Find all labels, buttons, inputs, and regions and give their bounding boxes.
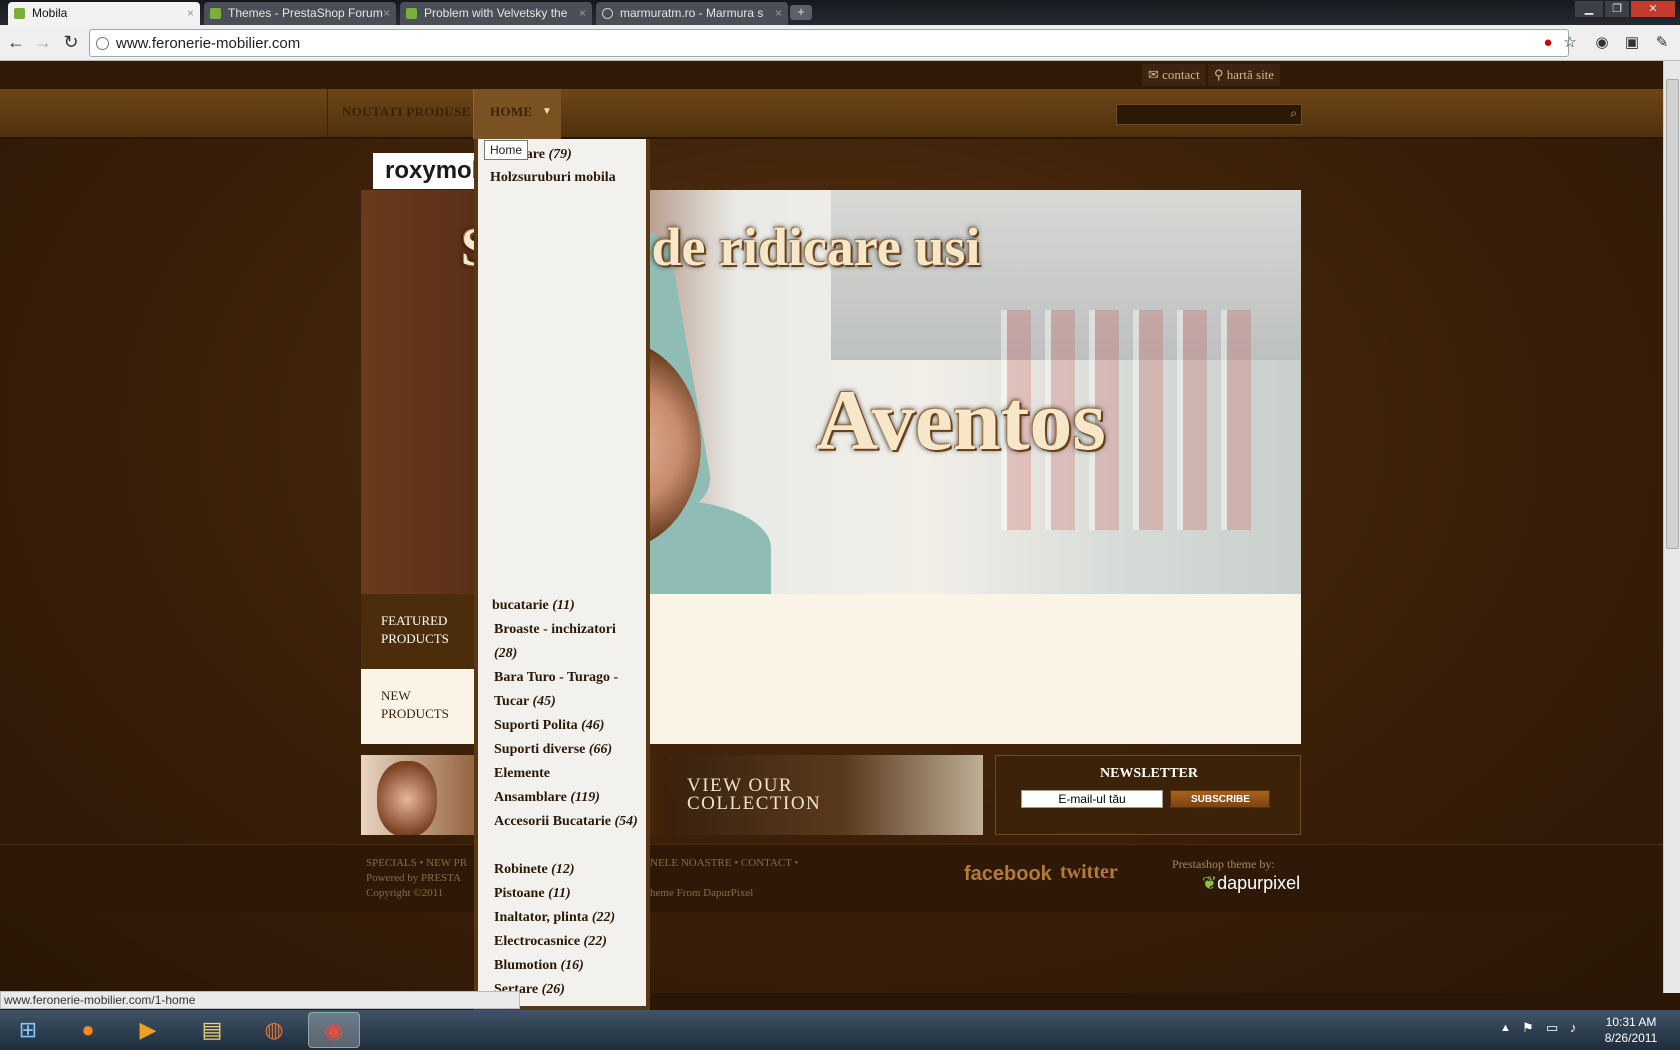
web-page: ✉ contact ⚲ hartă site NOUTATI PRODUSE H… <box>0 61 1663 993</box>
close-tab-icon[interactable]: × <box>579 2 586 25</box>
footer-powered: Powered by PRESTA <box>366 872 462 884</box>
tab-mobila[interactable]: Mobila × <box>8 2 200 25</box>
dropdown-item[interactable]: Holzsuruburi mobila <box>490 166 616 190</box>
newsletter-box: NEWSLETTER SUBSCRIBE <box>995 755 1301 835</box>
camera-extension-icon[interactable]: ▣ <box>1622 33 1642 53</box>
prestashop-favicon-icon <box>406 8 417 19</box>
explorer-folder-icon[interactable]: ▤ <box>186 1012 238 1048</box>
close-window-icon[interactable]: ✕ <box>1630 0 1676 18</box>
extension-icon[interactable]: ◉ <box>1592 33 1612 53</box>
dropdown-submenu: bucatarie (11) Broaste - inchizatori (28… <box>474 594 650 1010</box>
promo-woman-graphic <box>377 761 437 835</box>
twitter-link[interactable]: twitter <box>1060 861 1118 884</box>
subscribe-button[interactable]: SUBSCRIBE <box>1170 790 1270 808</box>
windows-taskbar: ⊞ ● ▶ ▤ ◍ ◉ ▲ ⚑ ▭ ♪ 10:31 AM 8/26/2011 <box>0 1010 1680 1050</box>
dapurpixel-logo[interactable]: ❦dapurpixel <box>1202 873 1300 894</box>
dropdown-item[interactable]: Pistoane (11) <box>494 882 571 906</box>
tab-velvetsky[interactable]: Problem with Velvetsky the × <box>400 2 592 25</box>
home-tooltip: Home <box>484 140 529 160</box>
media-player-icon[interactable]: ▶ <box>122 1012 174 1048</box>
address-bar[interactable] <box>89 29 1569 57</box>
close-tab-icon[interactable]: × <box>775 2 782 25</box>
chrome-icon[interactable]: ◉ <box>308 1012 360 1048</box>
sitemap-link[interactable]: ⚲ hartă site <box>1208 64 1281 86</box>
dropdown-item[interactable]: Electrocasnice (22) <box>494 930 607 954</box>
network-icon[interactable]: ▭ <box>1546 1020 1558 1036</box>
theme-byline: Prestashop theme by: <box>1172 857 1275 871</box>
dropdown-item-count: (28) <box>494 646 518 661</box>
menu-noutati[interactable]: NOUTATI PRODUSE <box>327 89 473 139</box>
dropdown-item[interactable]: bucatarie (11) <box>492 594 575 618</box>
prestashop-favicon-icon <box>14 8 25 19</box>
dropdown-item[interactable]: Blumotion (16) <box>494 954 584 978</box>
main-menu-bar: NOUTATI PRODUSE HOME ▼ <box>0 89 1663 139</box>
footer-links[interactable]: SPECIALS • NEW PR <box>366 857 467 869</box>
dropdown-item[interactable]: Elemente Ansamblare (119) <box>494 762 624 810</box>
forward-arrow-icon[interactable]: → <box>31 31 55 55</box>
prestashop-favicon-icon <box>210 8 221 19</box>
browser-tabstrip: Mobila × Themes - PrestaShop Forum × Pro… <box>0 0 1680 25</box>
bookmark-star-icon[interactable]: ☆ <box>1560 33 1580 53</box>
scrollbar-thumb[interactable] <box>1666 79 1679 549</box>
dropdown-item[interactable]: Suporti Polita (46) <box>494 714 604 738</box>
dropdown-item[interactable]: Inaltator, plinta (22) <box>494 906 615 930</box>
system-clock[interactable]: 10:31 AM 8/26/2011 <box>1596 1014 1666 1046</box>
newsletter-email-input[interactable] <box>1021 790 1163 808</box>
site-logo[interactable]: roxymob <box>373 153 477 189</box>
firefox-icon[interactable]: ● <box>62 1012 114 1048</box>
minimize-icon[interactable]: ▁ <box>1574 0 1604 18</box>
tab-new-products[interactable]: NEW PRODUCTS <box>361 669 474 744</box>
close-tab-icon[interactable]: × <box>383 2 390 25</box>
menu-home[interactable]: HOME ▼ <box>473 89 561 139</box>
volume-icon[interactable]: ♪ <box>1570 1020 1577 1035</box>
tab-marmuratm[interactable]: marmuratm.ro - Marmura s × <box>596 2 788 25</box>
search-input[interactable] <box>1117 105 1277 124</box>
status-bar: www.feronerie-mobilier.com/1-home <box>0 991 520 1009</box>
dropdown-item[interactable]: Robinete (12) <box>494 858 575 882</box>
promo-collection-banner[interactable]: VIEW OUR COLLECTION <box>677 755 983 835</box>
page-info-icon <box>96 37 109 50</box>
facebook-link[interactable]: facebook <box>964 863 1052 886</box>
contact-link[interactable]: ✉ contact <box>1142 64 1206 86</box>
chevron-down-icon: ▼ <box>542 106 553 117</box>
search-box[interactable]: ⌕ <box>1116 104 1302 125</box>
dropdown-item[interactable]: Accesorii Bucatarie (54) <box>494 810 644 834</box>
close-tab-icon[interactable]: × <box>187 2 194 25</box>
leaf-icon: ❦ <box>1202 873 1218 893</box>
action-center-flag-icon[interactable]: ⚑ <box>1522 1020 1534 1036</box>
tab-themes-forum[interactable]: Themes - PrestaShop Forum × <box>204 2 396 25</box>
tray-expand-icon[interactable]: ▲ <box>1500 1022 1511 1034</box>
page-scrollbar[interactable] <box>1663 61 1680 993</box>
top-links-bar: ✉ contact ⚲ hartă site <box>0 61 1663 89</box>
footer: SPECIALS • NEW PR NELE NOASTRE • CONTACT… <box>0 844 1663 912</box>
globe-favicon-icon <box>602 8 613 19</box>
dropdown-item[interactable]: Suporti diverse (66) <box>494 738 612 762</box>
newsletter-title: NEWSLETTER <box>1099 766 1199 781</box>
dropdown-item[interactable]: Broaste - inchizatori <box>494 618 616 642</box>
new-tab-button[interactable]: + <box>790 5 812 20</box>
reload-icon[interactable]: ↻ <box>59 31 83 55</box>
dropdown-item[interactable]: Bara Turo - Turago - Tucar (45) <box>494 666 644 714</box>
browser-toolbar: ← → ↻ ● ☆ ◉ ▣ ✎ <box>0 25 1680 61</box>
footer-links-right[interactable]: NELE NOASTRE • CONTACT • <box>650 857 798 869</box>
wrench-icon[interactable]: ✎ <box>1652 33 1672 53</box>
app-globe-icon[interactable]: ◍ <box>248 1012 300 1048</box>
adblock-icon[interactable]: ● <box>1538 33 1558 53</box>
start-button-icon[interactable]: ⊞ <box>2 1012 54 1048</box>
url-input[interactable] <box>116 33 1116 53</box>
restore-icon[interactable]: ❐ <box>1604 0 1630 18</box>
collection-label: VIEW OUR COLLECTION <box>687 775 822 814</box>
footer-theme-credit: heme From DapurPixel <box>650 887 754 899</box>
tab-featured-products[interactable]: FEATURED PRODUCTS <box>361 594 474 669</box>
back-arrow-icon[interactable]: ← <box>4 31 28 55</box>
banner-brand: Aventos <box>816 372 1106 468</box>
search-icon[interactable]: ⌕ <box>1290 106 1297 121</box>
footer-copyright: Copyright ©2011 <box>366 887 444 899</box>
